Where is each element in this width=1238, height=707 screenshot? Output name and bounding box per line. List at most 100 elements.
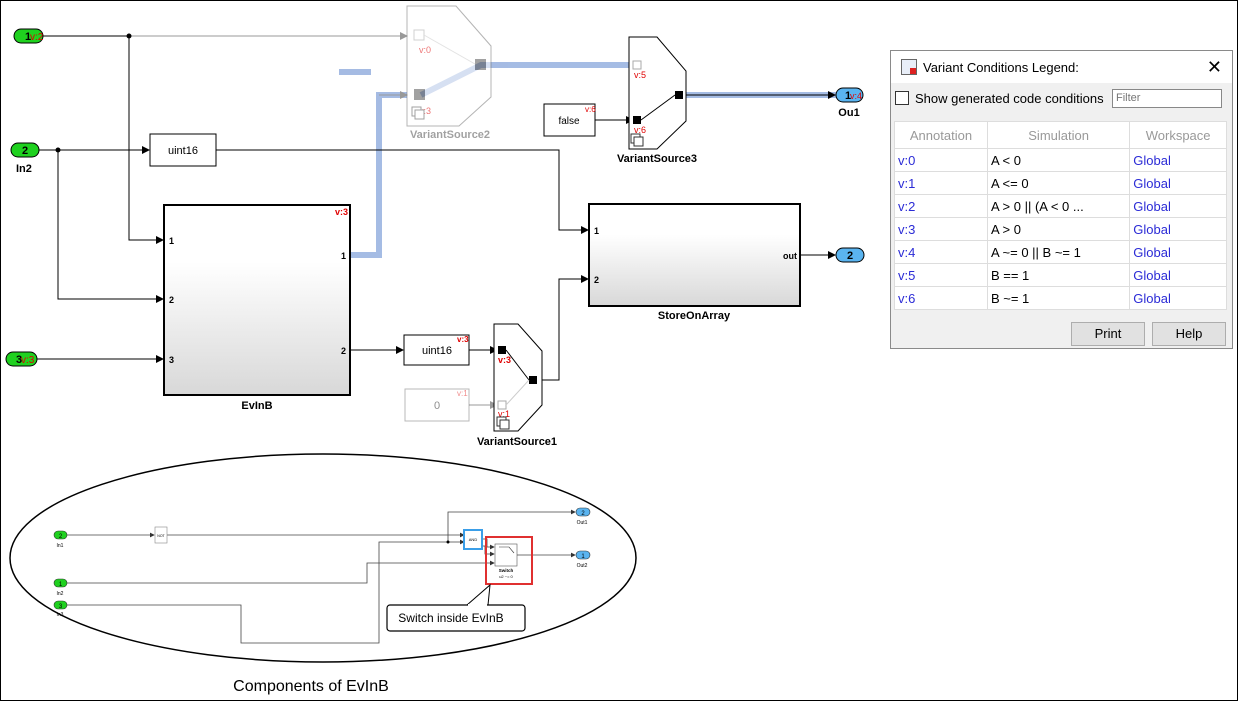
simulation-cell: B ~= 1 bbox=[986, 286, 1131, 310]
variant-source-1[interactable]: v:3 v:1 VariantSource1 bbox=[477, 323, 557, 448]
column-header-workspace[interactable]: Workspace bbox=[1129, 121, 1227, 149]
svg-text:v:4: v:4 bbox=[850, 91, 862, 101]
workspace-link[interactable]: Global bbox=[1129, 194, 1227, 218]
svg-text:2: 2 bbox=[22, 145, 28, 157]
print-button[interactable]: Print bbox=[1071, 322, 1145, 346]
svg-text:Switch inside EvInB: Switch inside EvInB bbox=[398, 611, 503, 625]
svg-text:v:3: v:3 bbox=[21, 355, 35, 366]
simulink-app-icon bbox=[901, 59, 917, 75]
svg-text:false: false bbox=[558, 116, 580, 127]
dialog-titlebar[interactable]: Variant Conditions Legend: ✕ bbox=[891, 51, 1232, 83]
simulation-cell: A > 0 bbox=[986, 217, 1131, 241]
conditions-table: Annotation Simulation Workspace v:0 A < 0… bbox=[894, 121, 1227, 310]
workspace-link[interactable]: Global bbox=[1129, 148, 1227, 172]
svg-text:v:6: v:6 bbox=[585, 105, 596, 114]
store-on-array-block[interactable]: 1 2 out StoreOnArray bbox=[588, 203, 801, 322]
annotation-cell[interactable]: v:2 bbox=[894, 194, 988, 218]
svg-text:VariantSource3: VariantSource3 bbox=[617, 153, 697, 165]
svg-text:StoreOnArray: StoreOnArray bbox=[658, 310, 731, 322]
svg-text:3: 3 bbox=[169, 355, 174, 365]
svg-text:u2 ~= 0: u2 ~= 0 bbox=[499, 574, 513, 579]
show-generated-code-checkbox[interactable] bbox=[895, 91, 909, 105]
svg-text:1: 1 bbox=[341, 251, 346, 261]
table-row[interactable]: v:5 B == 1 Global bbox=[894, 263, 1227, 287]
outport-ou1[interactable]: 1 v:4 Ou1 bbox=[835, 87, 864, 119]
uint16-convert-block-2[interactable]: v:3 uint16 bbox=[403, 334, 470, 366]
inset-caption: Components of EvInB bbox=[233, 678, 389, 695]
workspace-link[interactable]: Global bbox=[1129, 217, 1227, 241]
svg-text:1: 1 bbox=[594, 226, 599, 236]
table-row[interactable]: v:1 A <= 0 Global bbox=[894, 171, 1227, 195]
svg-text:1: 1 bbox=[169, 236, 174, 246]
svg-text:2: 2 bbox=[341, 346, 346, 356]
svg-text:Out1: Out1 bbox=[577, 520, 588, 526]
workspace-link[interactable]: Global bbox=[1129, 286, 1227, 310]
table-row[interactable]: v:3 A > 0 Global bbox=[894, 217, 1227, 241]
uint16-convert-block[interactable]: uint16 bbox=[149, 133, 217, 167]
options-row: Show generated code conditions bbox=[891, 83, 1232, 113]
svg-text:v:3: v:3 bbox=[457, 335, 469, 344]
simulation-cell: A ~= 0 || B ~= 1 bbox=[986, 240, 1131, 264]
checkbox-label: Show generated code conditions bbox=[915, 90, 1104, 106]
table-row[interactable]: v:0 A < 0 Global bbox=[894, 148, 1227, 172]
annotation-cell[interactable]: v:5 bbox=[894, 263, 988, 287]
svg-text:v:1: v:1 bbox=[457, 389, 468, 398]
svg-text:EvInB: EvInB bbox=[241, 400, 272, 412]
simulation-cell: A <= 0 bbox=[986, 171, 1131, 195]
svg-text:2: 2 bbox=[169, 295, 174, 305]
svg-text:In3: In3 bbox=[57, 612, 64, 618]
evinb-subsystem[interactable]: v:3 1 2 3 1 2 EvInB bbox=[163, 204, 351, 412]
svg-text:v:3: v:3 bbox=[335, 207, 348, 217]
filter-input[interactable] bbox=[1112, 88, 1222, 108]
constant-zero-block[interactable]: v:1 0 bbox=[404, 388, 470, 422]
variant-conditions-legend-dialog: Variant Conditions Legend: ✕ Show genera… bbox=[890, 50, 1233, 349]
svg-text:v:2: v:2 bbox=[30, 32, 44, 43]
inport-1[interactable]: 1 v:2 bbox=[13, 28, 44, 44]
help-button[interactable]: Help bbox=[1152, 322, 1226, 346]
svg-text:VariantSource1: VariantSource1 bbox=[477, 436, 557, 448]
svg-text:uint16: uint16 bbox=[422, 345, 452, 357]
annotation-cell[interactable]: v:0 bbox=[894, 148, 988, 172]
svg-text:In1: In1 bbox=[57, 543, 64, 549]
svg-text:v:5: v:5 bbox=[634, 70, 646, 80]
variant-source-2[interactable]: v:0 v:3 VariantSource2 bbox=[406, 5, 492, 141]
outport-2[interactable]: 2 bbox=[835, 247, 865, 263]
annotation-cell[interactable]: v:1 bbox=[894, 171, 988, 195]
svg-text:Ou1: Ou1 bbox=[838, 107, 859, 119]
workspace-link[interactable]: Global bbox=[1129, 171, 1227, 195]
workspace-link[interactable]: Global bbox=[1129, 240, 1227, 264]
svg-text:v:0: v:0 bbox=[419, 45, 431, 55]
workspace-link[interactable]: Global bbox=[1129, 263, 1227, 287]
svg-text:Switch: Switch bbox=[499, 568, 514, 573]
false-constant-block[interactable]: v:6 false bbox=[543, 103, 596, 137]
table-row[interactable]: v:2 A > 0 || (A < 0 ... Global bbox=[894, 194, 1227, 218]
table-row[interactable]: v:6 B ~= 1 Global bbox=[894, 286, 1227, 310]
close-icon[interactable]: ✕ bbox=[1207, 57, 1222, 78]
annotation-cell[interactable]: v:4 bbox=[894, 240, 988, 264]
svg-text:2: 2 bbox=[847, 250, 853, 262]
svg-text:VariantSource2: VariantSource2 bbox=[410, 129, 490, 141]
column-header-simulation[interactable]: Simulation bbox=[986, 121, 1131, 149]
svg-text:2: 2 bbox=[594, 275, 599, 285]
annotation-cell[interactable]: v:3 bbox=[894, 217, 988, 241]
column-header-annotation[interactable]: Annotation bbox=[894, 121, 988, 149]
inport-2[interactable]: 2 In2 bbox=[10, 142, 40, 175]
variant-source-3[interactable]: v:5 v:6 VariantSource3 bbox=[617, 36, 697, 165]
svg-text:AND: AND bbox=[469, 537, 478, 542]
evinb-components-inset: 2 In1 1 In2 3 In3 NOT AND Switch u2 ~= 0… bbox=[9, 453, 637, 695]
annotation-cell[interactable]: v:6 bbox=[894, 286, 988, 310]
svg-text:NOT: NOT bbox=[157, 534, 165, 538]
svg-text:In2: In2 bbox=[57, 591, 64, 597]
svg-text:uint16: uint16 bbox=[168, 145, 198, 157]
table-row[interactable]: v:4 A ~= 0 || B ~= 1 Global bbox=[894, 240, 1227, 264]
svg-text:Out2: Out2 bbox=[577, 563, 588, 569]
svg-text:0: 0 bbox=[434, 400, 440, 412]
svg-text:out: out bbox=[783, 251, 797, 261]
dialog-title: Variant Conditions Legend: bbox=[923, 59, 1079, 75]
simulation-cell: A > 0 || (A < 0 ... bbox=[986, 194, 1131, 218]
inport-3[interactable]: 3 v:3 bbox=[5, 351, 38, 367]
svg-text:v:3: v:3 bbox=[498, 355, 511, 365]
svg-text:In2: In2 bbox=[16, 163, 32, 175]
simulation-cell: B == 1 bbox=[986, 263, 1131, 287]
simulation-cell: A < 0 bbox=[986, 148, 1131, 172]
